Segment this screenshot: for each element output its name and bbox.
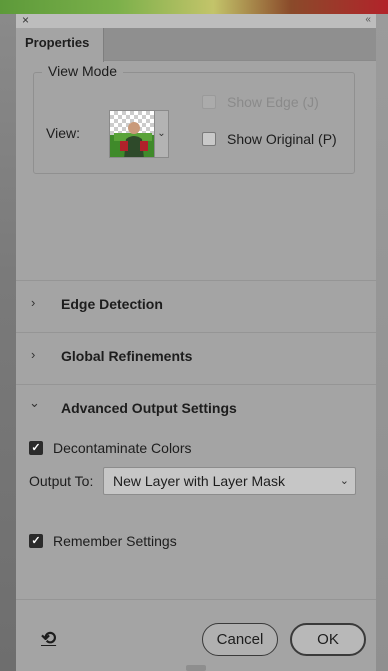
close-icon[interactable]: ×	[22, 13, 29, 27]
show-edge-checkbox[interactable]	[202, 95, 216, 109]
view-mode-legend: View Mode	[42, 63, 124, 79]
checkmark-icon: ✓	[31, 535, 41, 547]
chevron-down-icon: ⌄	[157, 128, 166, 139]
cancel-button[interactable]: Cancel	[202, 623, 278, 656]
panel-footer: ⟲ Cancel OK	[16, 599, 376, 671]
section-title: Edge Detection	[61, 296, 163, 312]
chevron-right-icon: ›	[31, 295, 36, 310]
section-title: Advanced Output Settings	[61, 400, 237, 416]
output-to-value: New Layer with Layer Mask	[113, 473, 285, 489]
remember-settings-label: Remember Settings	[53, 533, 177, 549]
chevron-down-icon: ⌄	[29, 395, 40, 410]
output-to-label: Output To:	[29, 473, 94, 489]
show-edge-label: Show Edge (J)	[227, 94, 319, 110]
resize-grip[interactable]	[186, 665, 206, 671]
checkmark-icon: ✓	[31, 442, 41, 454]
ok-button[interactable]: OK	[290, 623, 366, 656]
chevron-down-icon: ⌄	[339, 475, 349, 487]
view-mode-thumbnail[interactable]	[109, 110, 155, 158]
decontaminate-colors-checkbox[interactable]: ✓	[29, 441, 43, 455]
view-mode-group: View Mode View: ⌄ Show Edge (J) Show Ori…	[33, 63, 355, 174]
person-thumbnail-icon	[110, 122, 154, 157]
show-original-checkbox[interactable]	[202, 132, 216, 146]
view-label: View:	[46, 125, 80, 141]
background-image-top	[0, 0, 388, 14]
reset-icon[interactable]: ⟲	[41, 628, 56, 649]
decontaminate-colors-label: Decontaminate Colors	[53, 440, 192, 456]
section-edge-detection[interactable]: › Edge Detection	[16, 281, 376, 331]
view-mode-dropdown-button[interactable]: ⌄	[155, 110, 169, 158]
tab-properties[interactable]: Properties	[16, 28, 104, 62]
chevron-right-icon: ›	[31, 347, 36, 362]
section-global-refinements[interactable]: › Global Refinements	[16, 333, 376, 383]
properties-panel: × ‹‹ Properties View Mode View: ⌄ Show E…	[16, 13, 376, 671]
show-original-label: Show Original (P)	[227, 131, 337, 147]
background-image-left	[0, 14, 16, 671]
collapse-icon[interactable]: ‹‹	[365, 14, 371, 26]
section-advanced-output-settings[interactable]: ⌄ Advanced Output Settings	[16, 385, 376, 435]
output-to-select[interactable]: New Layer with Layer Mask ⌄	[103, 467, 356, 495]
background-image-right	[376, 14, 388, 671]
section-title: Global Refinements	[61, 348, 193, 364]
panel-titlebar: × ‹‹	[16, 13, 376, 28]
remember-settings-checkbox[interactable]: ✓	[29, 534, 43, 548]
